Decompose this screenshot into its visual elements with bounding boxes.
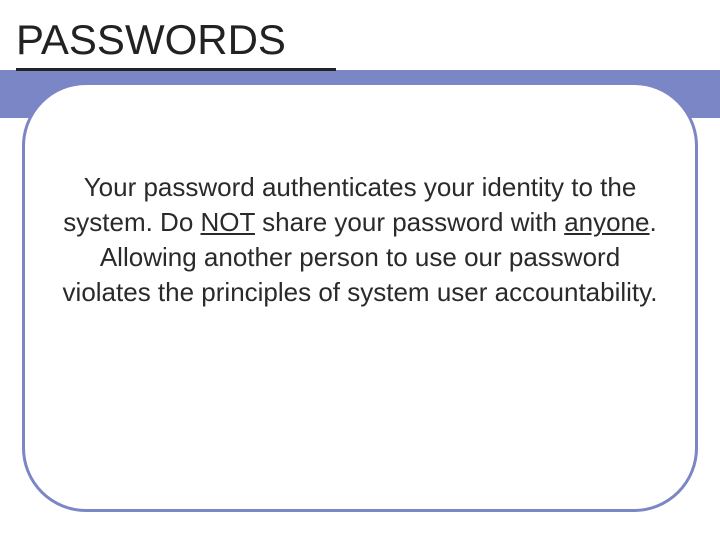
slide: PASSWORDS Your password authenticates yo… xyxy=(0,0,720,540)
body-seg2: share your password with xyxy=(255,207,564,237)
body-anyone: anyone xyxy=(564,207,649,237)
title-underline xyxy=(16,68,336,71)
slide-title: PASSWORDS xyxy=(16,16,286,64)
body-not: NOT xyxy=(201,207,255,237)
body-text: Your password authenticates your identit… xyxy=(60,170,660,310)
